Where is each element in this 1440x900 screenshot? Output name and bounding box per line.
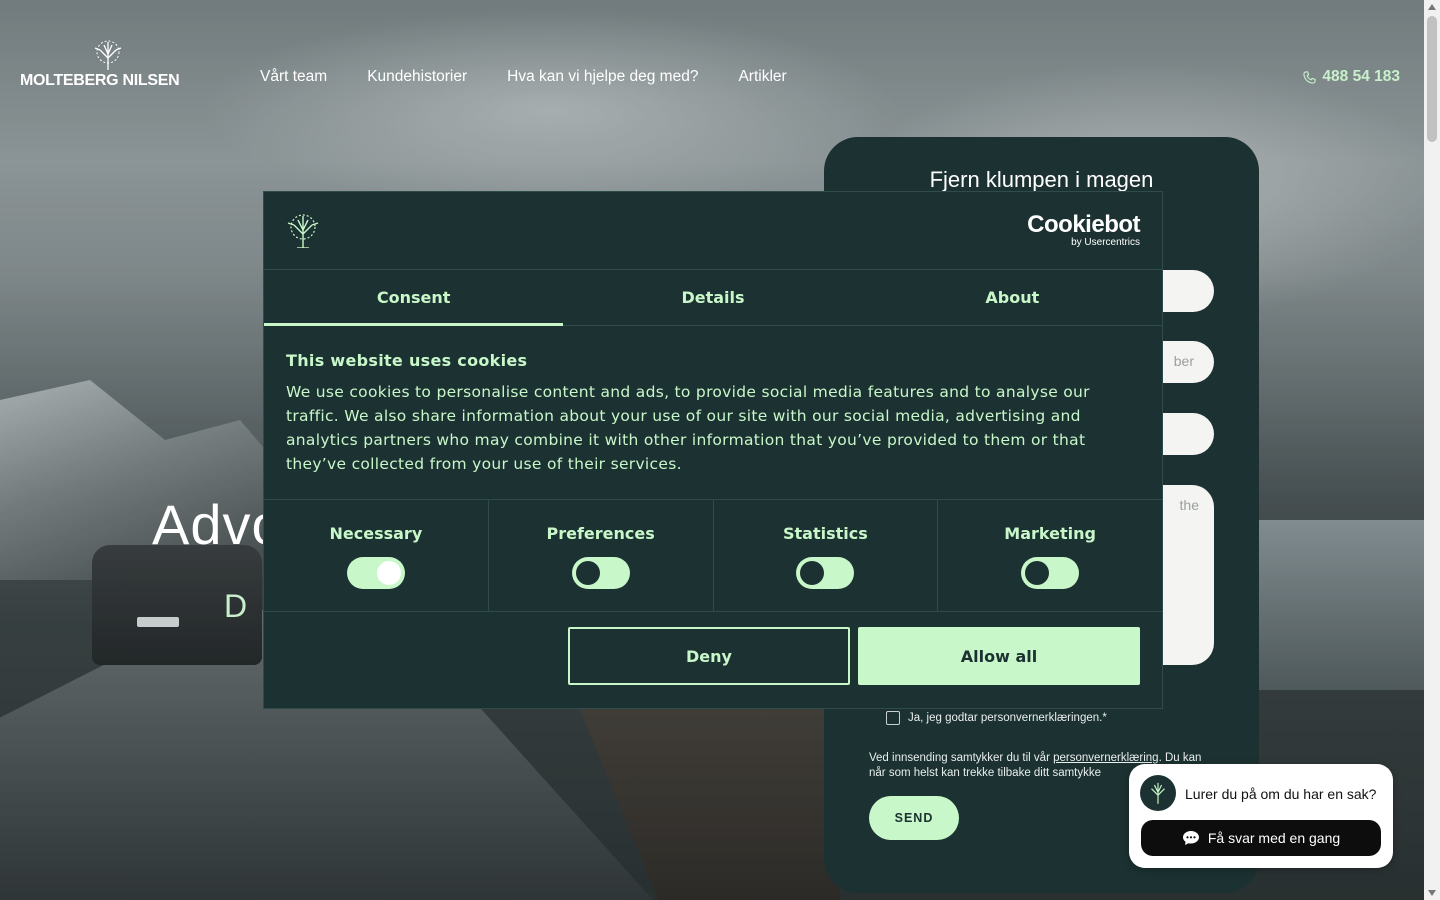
cookie-tabs: Consent Details About <box>264 270 1162 326</box>
phone-icon <box>1303 70 1317 84</box>
deny-button[interactable]: Deny <box>568 627 850 685</box>
cookiebot-logo[interactable]: Cookiebot by Usercentrics <box>1027 212 1140 248</box>
toggle-marketing[interactable] <box>1021 557 1080 589</box>
logo-text: MOLTEBERG NILSEN <box>20 72 180 89</box>
tree-logo-icon <box>1151 782 1165 804</box>
cookie-dialog: Cookiebot by Usercentrics Consent Detail… <box>263 191 1163 709</box>
cookie-description: We use cookies to personalise content an… <box>286 383 1090 473</box>
phone-link[interactable]: 488 54 183 <box>1303 68 1400 86</box>
nav-hva-kan-vi-hjelpe[interactable]: Hva kan vi hjelpe deg med? <box>507 68 698 86</box>
category-preferences: Preferences <box>489 500 714 611</box>
chat-avatar <box>1140 775 1176 811</box>
scroll-thumb[interactable] <box>1427 16 1437 142</box>
chat-bubble-icon <box>1182 831 1199 845</box>
scroll-down-icon[interactable] <box>1428 890 1436 896</box>
hero-subtitle: D <box>224 588 248 624</box>
tree-logo-icon <box>94 40 122 70</box>
tab-consent[interactable]: Consent <box>264 270 564 326</box>
cookie-heading: This website uses cookies <box>286 351 528 370</box>
phone-number: 488 54 183 <box>1322 68 1400 85</box>
chat-question: Lurer du på om du har en sak? <box>1185 786 1377 802</box>
send-button[interactable]: SEND <box>869 796 959 840</box>
toggle-statistics[interactable] <box>796 557 855 589</box>
toggle-preferences[interactable] <box>571 557 630 589</box>
tab-details[interactable]: Details <box>563 270 862 325</box>
form-title: Fjern klumpen i magen <box>929 167 1154 192</box>
consent-checkbox[interactable] <box>886 711 900 725</box>
cookie-body: This website uses cookies We use cookies… <box>286 351 1146 476</box>
main-nav: Vårt team Kundehistorier Hva kan vi hjel… <box>260 68 787 86</box>
nav-kundehistorier[interactable]: Kundehistorier <box>367 68 467 86</box>
cookie-categories: Necessary Preferences Statistics Marketi… <box>264 499 1162 612</box>
category-necessary: Necessary <box>264 500 489 611</box>
scroll-up-icon[interactable] <box>1428 4 1436 10</box>
allow-all-button[interactable]: Allow all <box>858 627 1140 685</box>
category-statistics: Statistics <box>714 500 939 611</box>
cookie-dialog-header: Cookiebot by Usercentrics <box>264 192 1162 270</box>
category-marketing: Marketing <box>938 500 1162 611</box>
privacy-link[interactable]: personvernerklæring <box>1053 752 1158 764</box>
chat-start-button[interactable]: Få svar med en gang <box>1141 820 1381 856</box>
page-scrollbar[interactable] <box>1424 0 1440 900</box>
nav-vart-team[interactable]: Vårt team <box>260 68 327 86</box>
message-field-placeholder: the <box>1179 497 1199 513</box>
cookie-buttons: Deny Allow all <box>568 627 1140 685</box>
consent-label: Ja, jeg godtar personvernerklæringen.* <box>908 712 1107 724</box>
site-logo[interactable]: MOLTEBERG NILSEN <box>20 40 180 90</box>
tab-about[interactable]: About <box>863 270 1162 325</box>
tree-logo-icon <box>287 214 319 248</box>
toggle-necessary[interactable] <box>346 557 405 589</box>
consent-checkbox-row[interactable]: Ja, jeg godtar personvernerklæringen.* <box>886 711 1107 725</box>
phone-field-placeholder: ber <box>1173 353 1194 369</box>
chat-widget: Lurer du på om du har en sak? Få svar me… <box>1129 764 1393 868</box>
nav-artikler[interactable]: Artikler <box>738 68 786 86</box>
